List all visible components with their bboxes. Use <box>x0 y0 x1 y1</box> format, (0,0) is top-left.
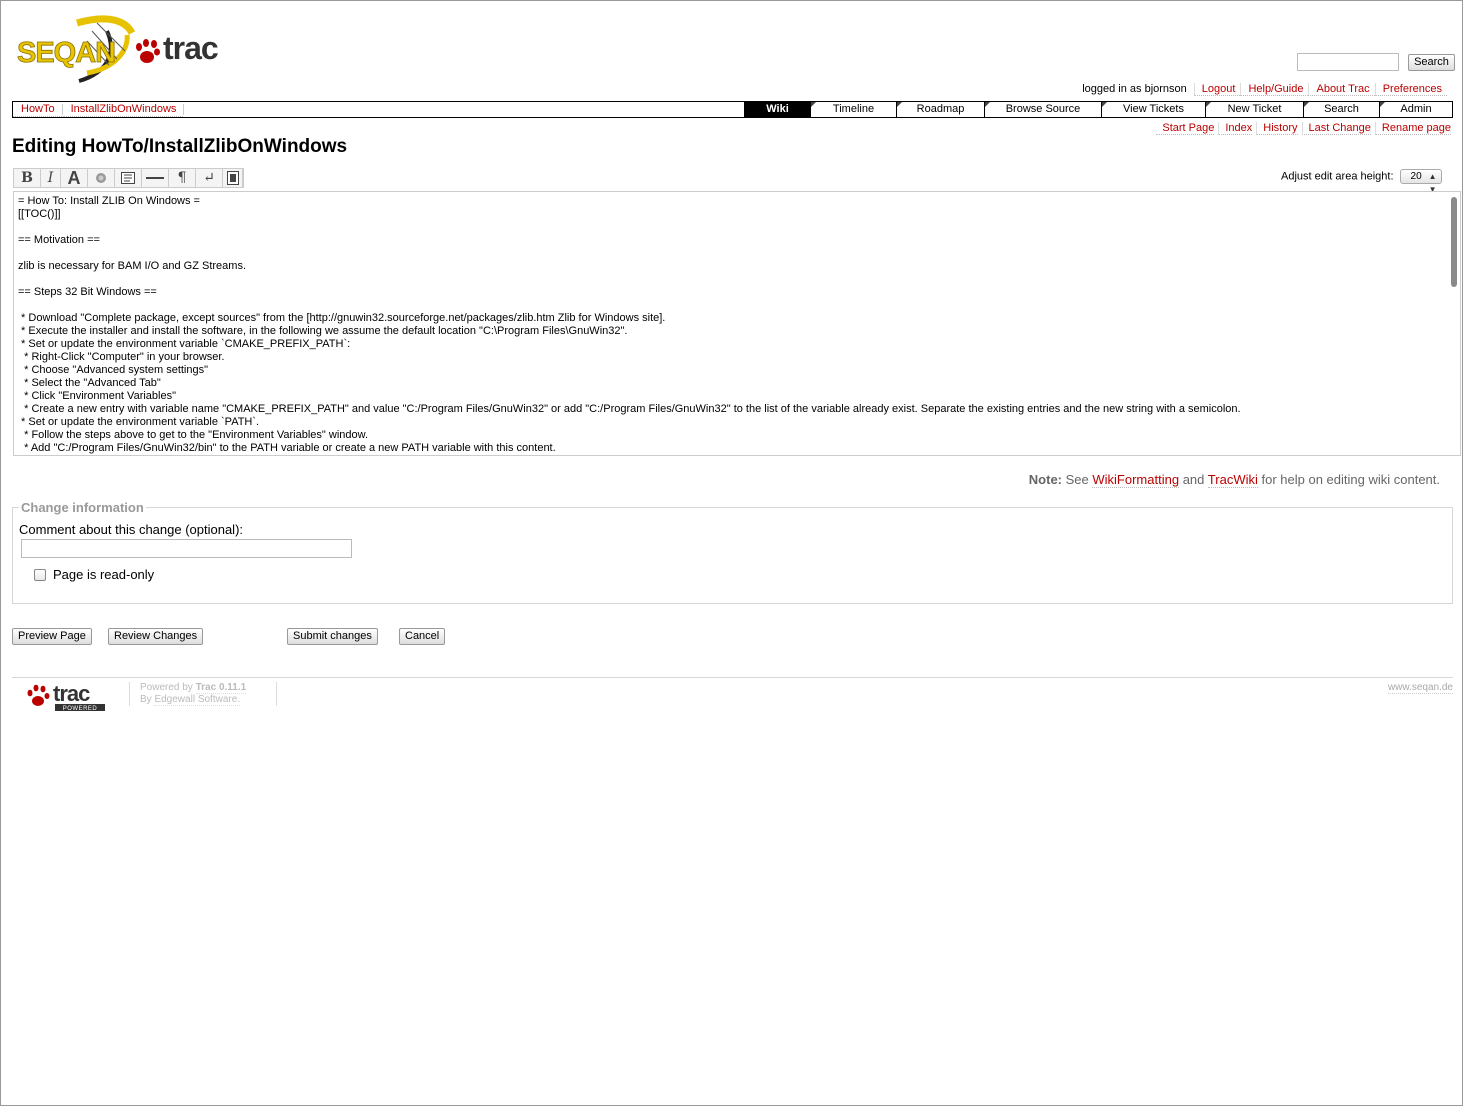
edgewall-link[interactable]: Edgewall Software. <box>154 694 241 706</box>
trac-version-link[interactable]: Trac 0.11.1 <box>195 682 247 694</box>
about-trac-link[interactable]: About Trac <box>1308 83 1375 96</box>
history-link[interactable]: History <box>1256 122 1298 135</box>
rename-page-link[interactable]: Rename page <box>1374 122 1451 135</box>
editor-scrollbar[interactable] <box>1450 194 1459 454</box>
tab-new-ticket[interactable]: New Ticket <box>1205 102 1303 117</box>
svg-text:trac: trac <box>163 30 218 66</box>
context-navigation: Start Page Index History Last Change Rename … <box>1152 122 1451 135</box>
breadcrumb: HowTo InstallZlibOnWindows <box>13 102 185 117</box>
site-link[interactable]: www.seqan.de <box>1387 682 1453 694</box>
tab-timeline[interactable]: Timeline <box>810 102 896 117</box>
breadcrumb-howto[interactable]: HowTo <box>13 103 62 117</box>
svg-text:POWERED: POWERED <box>63 706 98 712</box>
note-label: Note: <box>1028 472 1062 487</box>
search-form: Search <box>1297 53 1455 71</box>
line-break-icon[interactable]: ↵ <box>196 169 223 187</box>
footer-divider <box>276 682 277 706</box>
heading-icon[interactable]: A <box>61 168 88 188</box>
breadcrumb-installzlibonwindows[interactable]: InstallZlibOnWindows <box>62 103 184 117</box>
readonly-option[interactable]: Page is read-only <box>34 567 154 582</box>
adjust-label: Adjust edit area height: <box>1281 170 1394 183</box>
review-changes-button[interactable]: Review Changes <box>108 628 204 645</box>
svg-text:SEQAN: SEQAN <box>17 37 115 69</box>
tab-view-tickets[interactable]: View Tickets <box>1101 102 1205 117</box>
note-text-help: for help on editing wiki content. <box>1261 472 1441 487</box>
code-block-icon[interactable] <box>115 169 142 187</box>
readonly-label: Page is read-only <box>53 567 155 582</box>
preview-page-button[interactable]: Preview Page <box>12 628 92 645</box>
logged-in-status: logged in as bjornson <box>1082 83 1187 95</box>
change-information-legend: Change information <box>19 500 146 515</box>
horizontal-rule-icon[interactable] <box>142 169 169 187</box>
bold-icon[interactable]: B <box>14 169 41 187</box>
tab-roadmap[interactable]: Roadmap <box>896 102 984 117</box>
paragraph-icon[interactable]: ¶ <box>169 169 196 187</box>
submit-changes-button[interactable]: Submit changes <box>287 628 378 645</box>
start-page-link[interactable]: Start Page <box>1156 122 1215 135</box>
footer-divider <box>129 682 130 706</box>
logout-link[interactable]: Logout <box>1193 83 1241 96</box>
seqan-trac-logo[interactable]: SEQAN trac <box>17 13 229 83</box>
tab-admin[interactable]: Admin <box>1379 102 1452 117</box>
preferences-link[interactable]: Preferences <box>1374 83 1447 96</box>
wiki-text-editor[interactable]: = How To: Install ZLIB On Windows = [[TO… <box>13 191 1461 456</box>
tab-search[interactable]: Search <box>1303 102 1379 117</box>
italic-icon[interactable]: I <box>41 169 61 187</box>
navigation-bar: HowTo InstallZlibOnWindows Wiki Timeline … <box>12 101 1453 118</box>
main-navigation: Wiki Timeline Roadmap Browse Source View… <box>744 102 1452 117</box>
trac-powered-logo[interactable]: trac POWERED <box>25 682 109 714</box>
search-input[interactable] <box>1297 53 1399 71</box>
tab-browse-source[interactable]: Browse Source <box>984 102 1101 117</box>
formatting-note: Note: See WikiFormatting and TracWiki fo… <box>1028 472 1441 488</box>
readonly-checkbox[interactable] <box>34 568 46 581</box>
adjust-edit-height: Adjust edit area height: 20 ▲ ▼ <box>1281 169 1442 194</box>
svg-text:trac: trac <box>53 682 90 706</box>
footer: trac POWERED Powered by Trac 0.11.1 By E… <box>12 677 1453 717</box>
wikiformatting-link[interactable]: WikiFormatting <box>1092 472 1180 488</box>
last-change-link[interactable]: Last Change <box>1301 122 1371 135</box>
change-information-fieldset: Change information Comment about this ch… <box>12 500 1453 604</box>
help-guide-link[interactable]: Help/Guide <box>1240 83 1309 96</box>
tab-wiki[interactable]: Wiki <box>744 102 810 117</box>
meta-navigation: logged in as bjornson Logout Help/Guide Abo… <box>1076 83 1447 96</box>
note-text-see: See <box>1065 472 1089 487</box>
comment-label: Comment about this change (optional): <box>19 522 244 537</box>
edit-height-select[interactable]: 20 ▲ ▼ <box>1399 169 1442 194</box>
image-icon[interactable] <box>223 169 243 187</box>
note-text-and: and <box>1182 472 1205 487</box>
wiki-toolbar: B I A ¶ ↵ <box>13 168 244 188</box>
tracwiki-link[interactable]: TracWiki <box>1207 472 1258 488</box>
comment-input[interactable] <box>21 539 352 558</box>
index-link[interactable]: Index <box>1218 122 1253 135</box>
breadcrumb-divider <box>183 103 185 115</box>
scrollbar-thumb[interactable] <box>1451 197 1457 287</box>
search-button[interactable]: Search <box>1408 53 1455 71</box>
wiki-text-content[interactable]: = How To: Install ZLIB On Windows = [[TO… <box>14 192 1460 455</box>
cancel-button[interactable]: Cancel <box>399 628 446 645</box>
powered-by-text: Powered by Trac 0.11.1 By Edgewall Softw… <box>140 682 247 706</box>
link-icon[interactable] <box>88 169 115 187</box>
page-title: Editing HowTo/InstallZlibOnWindows <box>12 136 348 157</box>
